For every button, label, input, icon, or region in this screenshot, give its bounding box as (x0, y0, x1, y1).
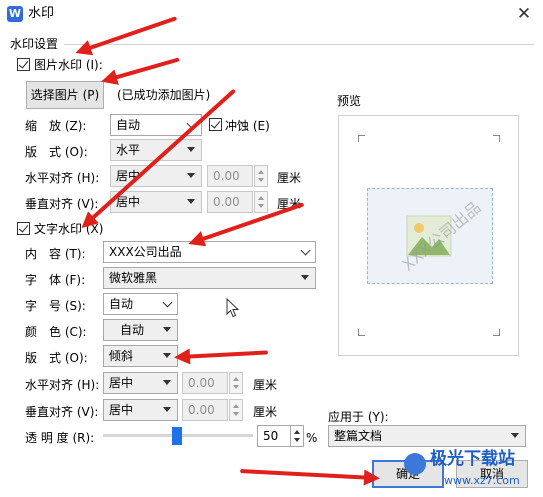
caret-down-icon (187, 147, 195, 152)
picture-valign-spinner[interactable] (254, 191, 268, 213)
caret-down-icon (187, 199, 195, 204)
text-layout-label: 版 式 (O): (25, 351, 88, 365)
chevron-down-icon (162, 297, 173, 308)
preview-label: 预览 (337, 94, 362, 108)
picture-halign-unit: 厘米 (277, 171, 302, 185)
font-value: 微软雅黑 (109, 271, 158, 285)
apply-select[interactable]: 整篇文档 (328, 425, 526, 447)
text-layout-value: 倾斜 (109, 349, 134, 363)
picture-status: (已成功添加图片) (117, 88, 211, 102)
text-watermark-checkbox[interactable] (17, 222, 30, 235)
content-label: 内 容 (T): (25, 247, 86, 261)
picture-halign-offset[interactable]: 0.00 (207, 165, 253, 187)
chevron-down-icon (300, 245, 311, 256)
caret-down-icon (163, 327, 171, 332)
margin-mark (358, 329, 365, 336)
text-halign-offset[interactable]: 0.00 (182, 372, 228, 394)
picture-valign-select[interactable]: 居中 (110, 191, 202, 213)
group-divider (64, 44, 534, 45)
site-url: www.xz7.com (444, 474, 520, 487)
text-valign-offset[interactable]: 0.00 (182, 399, 228, 421)
preview-image-frame: XXX公司出品 (367, 188, 493, 284)
app-icon: W (7, 6, 23, 22)
site-logo: 极光下载站 www.xz7.com (404, 449, 540, 495)
apply-value: 整篇文档 (334, 429, 383, 443)
caret-down-icon (163, 353, 171, 358)
text-halign-spinner[interactable] (229, 372, 243, 394)
title-bar: W 水印 ✕ (0, 0, 543, 28)
font-select[interactable]: 微软雅黑 (103, 267, 316, 289)
transparency-spinner[interactable] (290, 425, 304, 447)
picture-layout-label: 版 式 (O): (25, 145, 88, 159)
caret-down-icon (511, 433, 519, 438)
text-layout-select[interactable]: 倾斜 (103, 345, 178, 367)
text-halign-offset-value: 0.00 (188, 376, 215, 390)
content-value: XXX公司出品 (109, 245, 182, 259)
size-combobox[interactable]: 自动 (103, 293, 178, 315)
transparency-input[interactable]: 50 (257, 425, 291, 447)
text-valign-select[interactable]: 居中 (103, 399, 178, 421)
washout-checkbox[interactable] (209, 118, 222, 131)
washout-label: 冲蚀 (E) (225, 119, 270, 133)
picture-layout-value: 水平 (116, 143, 141, 157)
caret-down-icon (163, 407, 171, 412)
margin-mark (358, 135, 365, 142)
annotation-arrow (106, 57, 180, 82)
apply-label: 应用于 (Y): (328, 410, 389, 424)
close-icon[interactable]: ✕ (515, 5, 533, 23)
transparency-slider[interactable] (103, 427, 253, 445)
select-picture-button[interactable]: 选择图片 (P) (26, 81, 104, 109)
picture-halign-offset-value: 0.00 (213, 169, 240, 183)
picture-watermark-checkbox[interactable] (17, 58, 30, 71)
site-logo-mark (404, 453, 426, 475)
color-value: 自动 (120, 323, 145, 337)
site-name: 极光下载站 (430, 449, 515, 469)
picture-halign-select[interactable]: 居中 (110, 165, 202, 187)
text-halign-unit: 厘米 (253, 378, 278, 392)
group-title: 水印设置 (10, 37, 59, 51)
picture-watermark-label: 图片水印 (I): (34, 58, 103, 72)
text-valign-value: 居中 (109, 403, 134, 417)
margin-mark (493, 135, 500, 142)
size-label: 字 号 (S): (25, 299, 86, 313)
color-select[interactable]: 自动 (103, 319, 178, 341)
text-valign-offset-value: 0.00 (188, 403, 215, 417)
text-valign-spinner[interactable] (229, 399, 243, 421)
caret-down-icon (187, 173, 195, 178)
caret-down-icon (163, 380, 171, 385)
content-combobox[interactable]: XXX公司出品 (103, 241, 316, 263)
margin-mark (493, 329, 500, 336)
picture-halign-label: 水平对齐 (H): (25, 171, 100, 185)
percent-sign: % (306, 431, 318, 445)
annotation-arrow (240, 468, 375, 480)
window-title: 水印 (28, 6, 55, 21)
text-valign-label: 垂直对齐 (V): (25, 405, 99, 419)
annotation-arrow (179, 350, 268, 359)
mouse-cursor-icon (226, 298, 240, 318)
slider-thumb[interactable] (172, 427, 182, 445)
text-halign-select[interactable]: 居中 (103, 372, 178, 394)
transparency-value: 50 (263, 429, 279, 443)
preview-pane: XXX公司出品 (338, 115, 519, 356)
picture-valign-label: 垂直对齐 (V): (25, 197, 99, 211)
font-label: 字 体 (F): (25, 273, 86, 287)
transparency-label: 透 明 度 (R): (25, 431, 95, 445)
picture-halign-spinner[interactable] (254, 165, 268, 187)
picture-valign-offset[interactable]: 0.00 (207, 191, 253, 213)
color-label: 颜 色 (C): (25, 325, 87, 339)
scale-label: 缩 放 (Z): (25, 119, 87, 133)
text-halign-value: 居中 (109, 376, 134, 390)
text-halign-label: 水平对齐 (H): (25, 378, 100, 392)
caret-down-icon (301, 275, 309, 280)
scale-value: 自动 (116, 118, 141, 132)
picture-valign-value: 居中 (116, 195, 141, 209)
size-value: 自动 (109, 297, 134, 311)
picture-valign-offset-value: 0.00 (213, 195, 240, 209)
text-valign-unit: 厘米 (253, 405, 278, 419)
